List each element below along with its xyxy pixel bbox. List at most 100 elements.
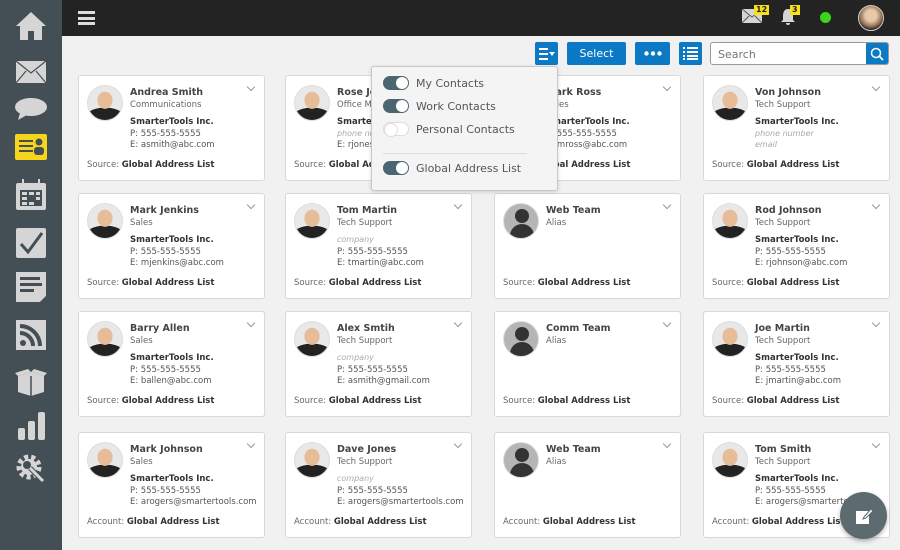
chevron-down-icon[interactable]	[662, 82, 672, 92]
status-indicator[interactable]	[820, 12, 831, 23]
contact-title: Tech Support	[337, 457, 393, 467]
contact-email: E: jmartin@abc.com	[755, 376, 841, 386]
contact-title: Tech Support	[337, 218, 393, 228]
chevron-down-icon[interactable]	[662, 439, 672, 449]
contact-name: Tom Smith	[755, 444, 812, 455]
contact-name: Joe Martin	[755, 323, 810, 334]
chevron-down-icon[interactable]	[871, 439, 881, 449]
sidebar-item-home[interactable]	[14, 9, 48, 43]
dropdown-item-label: Personal Contacts	[416, 122, 515, 136]
dropdown-item-global-address-list[interactable]: Global Address List	[383, 161, 521, 175]
source-value: Global Address List	[537, 396, 631, 406]
dropdown-item-work-contacts[interactable]: Work Contacts	[383, 99, 496, 113]
list-view-icon	[683, 47, 698, 60]
contact-card[interactable]: Rod Johnson Tech Support SmarterTools Inc.…	[703, 193, 890, 299]
dropdown-item-my-contacts[interactable]: My Contacts	[383, 76, 484, 90]
source-value: Global Address List	[746, 160, 840, 170]
sidebar	[0, 0, 62, 550]
chevron-down-icon[interactable]	[453, 439, 463, 449]
hamburger-menu-icon[interactable]	[78, 11, 95, 25]
user-avatar[interactable]	[858, 5, 884, 31]
contact-card[interactable]: Alex Smtih Tech Support company P: 555-555-…	[285, 311, 472, 417]
sidebar-item-notes[interactable]	[14, 270, 48, 304]
contact-name: Web Team	[546, 444, 601, 455]
contact-name: Rod Johnson	[755, 205, 822, 216]
mail-count-badge: 12	[754, 5, 770, 15]
sidebar-item-settings[interactable]	[14, 452, 48, 486]
contact-phone: P: 555-555-5555	[130, 247, 201, 257]
source-value: Global Address List	[121, 396, 215, 406]
chevron-down-icon[interactable]	[246, 439, 256, 449]
source-value: Global Address List	[126, 517, 220, 527]
reports-icon	[18, 412, 45, 440]
contact-email: E: asmith@gmail.com	[337, 376, 430, 386]
contact-card[interactable]: Mark Jenkins Sales SmarterTools Inc. P: 555…	[78, 193, 265, 299]
contact-card[interactable]: Tom Martin Tech Support company P: 555-555-…	[285, 193, 472, 299]
avatar	[87, 85, 123, 121]
chevron-down-icon[interactable]	[662, 318, 672, 328]
chevron-down-icon[interactable]	[871, 82, 881, 92]
chevron-down-icon[interactable]	[871, 318, 881, 328]
home-icon	[16, 12, 46, 40]
chevron-down-icon[interactable]	[246, 82, 256, 92]
mail-notification-button[interactable]: 12	[741, 5, 770, 28]
sidebar-item-chat[interactable]	[14, 92, 48, 126]
avatar	[712, 203, 748, 239]
sidebar-item-file-storage[interactable]	[14, 364, 48, 398]
toggle-switch[interactable]	[383, 161, 409, 175]
alias-avatar	[503, 442, 539, 478]
toggle-switch[interactable]	[383, 76, 409, 90]
contact-source: Account: Global Address List	[294, 517, 427, 527]
select-button[interactable]: Select	[567, 42, 626, 65]
contact-company: SmarterTools Inc.	[130, 474, 214, 484]
source-label: Account:	[294, 517, 332, 527]
contact-card[interactable]: Barry Allen Sales SmarterTools Inc. P: 555-…	[78, 311, 265, 417]
dropdown-item-personal-contacts[interactable]: Personal Contacts	[383, 122, 515, 137]
contact-title: Tech Support	[337, 336, 393, 346]
contact-source: Source: Global Address List	[294, 278, 421, 288]
sidebar-item-contacts[interactable]	[14, 130, 48, 164]
source-label: Source:	[87, 278, 120, 288]
contact-card[interactable]: Web Team Alias Source: Global Address List	[494, 193, 681, 299]
chevron-down-icon[interactable]	[246, 200, 256, 210]
contact-card[interactable]: Von Johnson Tech Support SmarterTools Inc.…	[703, 75, 890, 181]
sidebar-item-reports[interactable]	[14, 408, 48, 442]
contact-source: Account: Global Address List	[503, 517, 636, 527]
list-view-button[interactable]	[679, 42, 702, 65]
sidebar-item-rss[interactable]	[14, 318, 48, 352]
contact-card[interactable]: Comm Team Alias Source: Global Address Lis…	[494, 311, 681, 417]
contact-company: SmarterTools Inc.	[546, 117, 630, 127]
contact-card[interactable]: Dave Jones Tech Support company P: 555-555-…	[285, 432, 472, 538]
chevron-down-icon[interactable]	[453, 318, 463, 328]
sidebar-item-mail[interactable]	[14, 55, 48, 89]
contact-source: Source: Global Address List	[503, 278, 630, 288]
toggle-switch[interactable]	[383, 122, 409, 137]
top-bar: 12 3	[62, 0, 900, 36]
contact-card[interactable]: Web Team Alias Account: Global Address Lis…	[494, 432, 681, 538]
notifications-button[interactable]: 3	[780, 5, 800, 30]
sidebar-item-tasks[interactable]	[14, 226, 48, 260]
avatar	[712, 85, 748, 121]
contact-email: email	[755, 140, 778, 149]
chevron-down-icon[interactable]	[246, 318, 256, 328]
more-options-button[interactable]	[635, 42, 670, 65]
search-button[interactable]	[866, 43, 888, 64]
contact-card[interactable]: Joe Martin Tech Support SmarterTools Inc. P…	[703, 311, 890, 417]
contact-title: Tech Support	[755, 336, 811, 346]
contact-card[interactable]: Andrea Smith Communications SmarterTools I…	[78, 75, 265, 181]
search-input[interactable]	[711, 44, 861, 64]
chevron-down-icon[interactable]	[453, 200, 463, 210]
view-options-button[interactable]	[535, 42, 558, 65]
contact-company: company	[337, 353, 374, 362]
contact-card[interactable]: Mark Johnson Sales SmarterTools Inc. P: 555…	[78, 432, 265, 538]
source-label: Source:	[712, 160, 745, 170]
chevron-down-icon[interactable]	[662, 200, 672, 210]
sidebar-item-calendar[interactable]	[14, 178, 48, 212]
new-contact-button[interactable]	[840, 492, 887, 539]
avatar	[87, 203, 123, 239]
contact-title: Alias	[546, 336, 567, 346]
chevron-down-icon[interactable]	[871, 200, 881, 210]
toggle-switch[interactable]	[383, 99, 409, 113]
contact-source-dropdown: My Contacts Work Contacts Personal Contact…	[371, 66, 558, 191]
contact-title: Sales	[130, 336, 153, 346]
